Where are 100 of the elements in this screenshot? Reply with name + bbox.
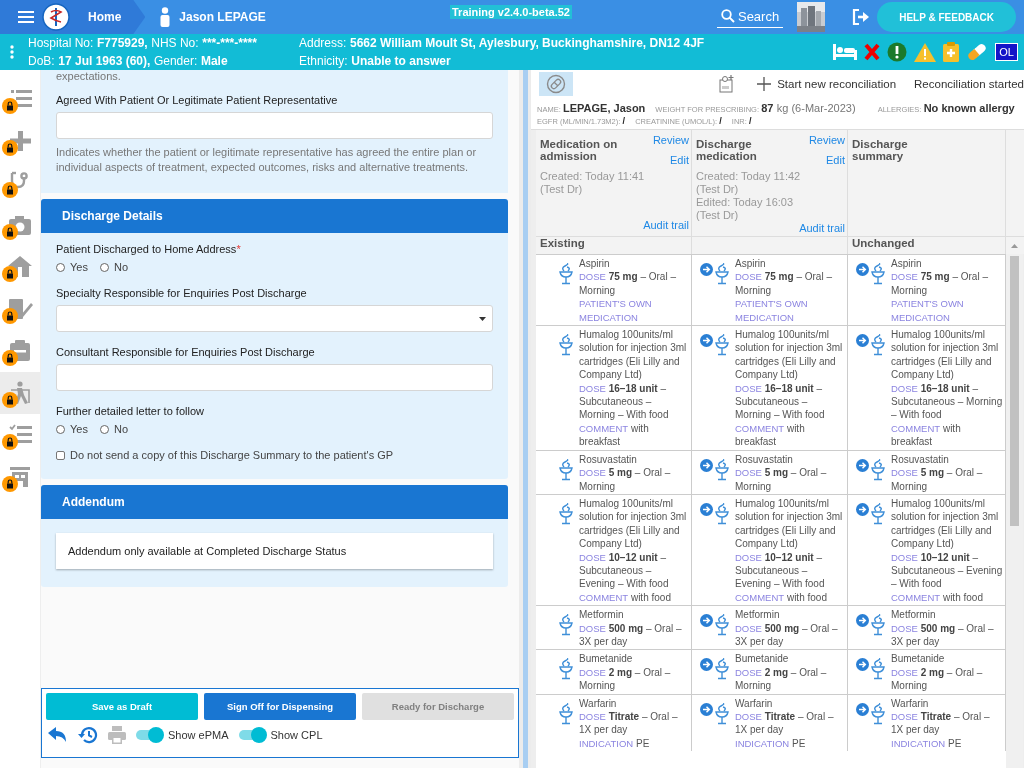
patient-detail: Ethnicity: Unable to answer (299, 54, 452, 68)
medication-name: Warfarin (579, 696, 618, 710)
input-field[interactable] (56, 364, 493, 391)
search-button[interactable]: Search (716, 6, 784, 28)
person-icon (159, 7, 172, 27)
dropdown-field[interactable] (56, 305, 493, 332)
menu-icon[interactable] (18, 10, 34, 24)
medicine-icon (558, 502, 574, 525)
arrow-circle-icon[interactable] (700, 658, 713, 672)
medication-note: COMMENT with breakfast (735, 421, 806, 449)
cross-icon[interactable] (864, 43, 881, 61)
dose-text: DOSE 2 mg – Oral – Morning (735, 665, 828, 693)
field-label: Agreed With Patient Or Legitimate Patient Representative (56, 94, 339, 106)
dose-text: DOSE 75 mg – Oral – Morning (891, 270, 989, 298)
medicine-icon (870, 502, 886, 525)
pill-icon[interactable] (966, 42, 989, 62)
arrow-circle-icon[interactable] (856, 263, 869, 276)
patient-detail: Address: 5662 William Moult St, Aylesbury, Buckinghamshire, DN12 4JF (299, 36, 706, 50)
patient-detail: Hospital No: F775929, NHS No: ***-***-**** (28, 36, 258, 50)
history-text: Created: Today 11:41 (Test Dr) (540, 170, 646, 196)
radio-button[interactable] (99, 262, 109, 272)
clipboard-add-icon[interactable] (719, 75, 736, 93)
toggle-switch[interactable] (136, 730, 162, 740)
medication-note: PATIENT'S OWN MEDICATION (891, 297, 965, 325)
scroll-up-icon[interactable] (1011, 243, 1018, 248)
field-label: Consultant Responsible for Enquiries Post Discharge (56, 346, 316, 358)
alert-badge[interactable]: OL (995, 43, 1018, 61)
group-label: Unchanged (852, 237, 915, 249)
dose-text: DOSE 5 mg – Oral – Morning (891, 466, 984, 493)
column-link[interactable]: Review (652, 134, 689, 146)
medicine-icon (870, 614, 886, 637)
section-header: Discharge Details (41, 199, 508, 233)
history-icon[interactable] (78, 726, 98, 744)
medication-note: INDICATION PE (579, 736, 651, 751)
dose-text: DOSE Titrate – Oral – 1X per day (579, 710, 679, 737)
medication-note: INDICATION PE (735, 736, 807, 751)
audit-trail-link[interactable]: Audit trail (643, 219, 689, 231)
dose-text: DOSE 2 mg – Oral – Morning (891, 665, 984, 693)
medication-name: Aspirin (735, 257, 767, 271)
medication-name: Bumetanide (891, 652, 946, 666)
home-link[interactable]: Home (88, 10, 122, 24)
arrow-circle-icon[interactable] (700, 614, 713, 628)
arrow-circle-icon[interactable] (700, 263, 713, 276)
medicine-icon (870, 658, 886, 681)
help-text: Indicates whether the patient or legitimate representative has agreed the entire plan or individual aspects of treatment, expected outcomes, risks and alternative treatments. (56, 145, 478, 175)
dose-text: DOSE Titrate – Oral – 1X per day (735, 710, 835, 737)
radio-button[interactable] (56, 424, 65, 434)
reconciliation-status: Reconciliation started (914, 78, 1024, 90)
arrow-circle-icon[interactable] (856, 658, 869, 672)
sidebar-button[interactable] (0, 372, 40, 414)
arrow-circle-icon[interactable] (700, 334, 713, 348)
more-options-icon[interactable] (10, 45, 14, 59)
bed-icon[interactable] (833, 44, 858, 60)
arrow-circle-icon[interactable] (856, 702, 869, 716)
warning-icon[interactable] (914, 42, 937, 62)
medication-name: Rosuvastatin (579, 452, 638, 467)
medication-name: Warfarin (891, 696, 930, 710)
audit-trail-link[interactable]: Audit trail (799, 222, 845, 234)
field-label: Specialty Responsible for Enquiries Post Discharge (56, 287, 308, 299)
column-link[interactable]: Review (808, 134, 845, 146)
logo-icon[interactable] (42, 3, 70, 31)
arrow-circle-icon[interactable] (700, 458, 713, 472)
radio-button[interactable] (99, 424, 109, 434)
toggle-switch[interactable] (238, 730, 265, 740)
medicine-icon (714, 502, 730, 525)
medication-name: Metformin (891, 608, 937, 622)
arrow-circle-icon[interactable] (856, 334, 869, 348)
action-button[interactable]: Save as Draft (46, 693, 198, 720)
arrow-circle-icon[interactable] (856, 502, 869, 516)
help-feedback-button[interactable]: HELP & FEEDBACK (877, 2, 1016, 32)
arrow-circle-icon[interactable] (856, 614, 869, 628)
medication-note: INDICATION PE (891, 736, 963, 751)
arrow-circle-icon[interactable] (700, 702, 713, 716)
column-link[interactable]: Edit (826, 154, 845, 166)
alert-icon[interactable] (887, 42, 908, 62)
pill-outline-icon (546, 74, 566, 94)
medicine-icon (870, 458, 886, 481)
pill-button[interactable] (539, 72, 573, 96)
action-button[interactable]: Sign Off for Dispensing (204, 693, 356, 720)
medication-note: COMMENT with food (735, 590, 828, 605)
patient-name[interactable]: Jason LEPAGE (179, 10, 266, 24)
undo-icon[interactable] (48, 727, 68, 743)
medication-note: COMMENT with food (891, 590, 984, 605)
input-field[interactable] (56, 112, 493, 139)
medication-name: Bumetanide (735, 652, 790, 666)
start-reconciliation-button[interactable]: Start new reconciliation (751, 76, 903, 92)
medicine-icon (870, 702, 886, 725)
clipboard-icon[interactable] (943, 42, 960, 62)
medication-name: Aspirin (891, 257, 923, 271)
checkbox[interactable] (56, 450, 65, 460)
medication-note: PATIENT'S OWN MEDICATION (579, 297, 653, 325)
arrow-circle-icon[interactable] (856, 458, 869, 472)
history-text: Created: Today 11:42 (Test Dr) (696, 170, 802, 196)
medication-name: Humalog 100units/ml solution for injection 3ml cartridges (Eli Lilly and Company Ltd) (735, 328, 844, 382)
medication-note: COMMENT with food (579, 590, 672, 605)
radio-button[interactable] (56, 262, 65, 272)
column-link[interactable]: Edit (670, 154, 689, 166)
radio-label: Yes (70, 423, 88, 435)
medication-name: Humalog 100units/ml solution for injection 3ml cartridges (Eli Lilly and Company Ltd) (891, 496, 1000, 551)
arrow-circle-icon[interactable] (700, 502, 713, 516)
